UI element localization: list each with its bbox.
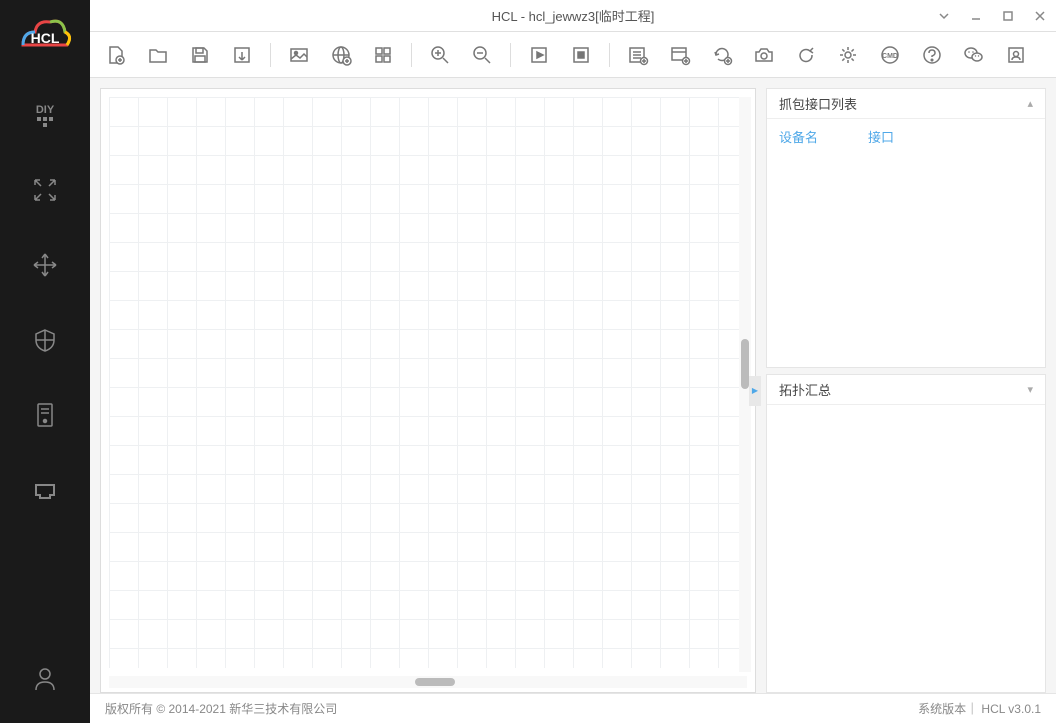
statusbar: 版权所有 © 2014-2021 新华三技术有限公司 系统版本｜ HCL v3.… (90, 693, 1056, 723)
reload-button[interactable] (790, 39, 822, 71)
dropdown-icon[interactable]: ▾ (1027, 383, 1033, 396)
dropdown-button[interactable] (928, 0, 960, 32)
topology-title: 拓扑汇总 (779, 380, 1027, 399)
globe-button[interactable] (325, 39, 357, 71)
toolbar-separator (510, 43, 511, 67)
sidebar-item-server[interactable] (20, 390, 70, 440)
svg-text:DIY: DIY (36, 104, 55, 116)
column-interface[interactable]: 接口 (868, 127, 894, 146)
help-button[interactable] (916, 39, 948, 71)
topology-body (767, 405, 1045, 692)
settings-button[interactable] (832, 39, 864, 71)
topology-panel: 拓扑汇总 ▾ (766, 374, 1046, 693)
sidebar-item-user[interactable] (20, 653, 70, 703)
add-window-button[interactable] (664, 39, 696, 71)
copyright-text: 版权所有 © 2014-2021 新华三技术有限公司 (105, 700, 918, 717)
open-folder-button[interactable] (142, 39, 174, 71)
sidebar-item-port[interactable] (20, 465, 70, 515)
image-button[interactable] (283, 39, 315, 71)
minimize-button[interactable] (960, 0, 992, 32)
cmd-button[interactable]: CMD (874, 39, 906, 71)
canvas-grid[interactable] (109, 97, 747, 668)
sidebar-item-expand[interactable] (20, 165, 70, 215)
canvas-horizontal-scrollbar[interactable] (109, 676, 747, 688)
toolbar-separator (411, 43, 412, 67)
sidebar-item-diy[interactable]: DIY (20, 90, 70, 140)
version-text: 系统版本｜ HCL v3.0.1 (918, 700, 1041, 717)
new-file-button[interactable] (100, 39, 132, 71)
app-logo: HCL (15, 10, 75, 60)
svg-text:HCL: HCL (31, 30, 60, 46)
toolbar: CMD (90, 32, 1056, 78)
refresh-add-button[interactable] (706, 39, 738, 71)
column-device[interactable]: 设备名 (779, 127, 818, 146)
export-button[interactable] (226, 39, 258, 71)
contact-button[interactable] (1000, 39, 1032, 71)
zoom-out-button[interactable] (466, 39, 498, 71)
toolbar-separator (609, 43, 610, 67)
capture-list-body (767, 154, 1045, 367)
toolbar-separator (270, 43, 271, 67)
camera-button[interactable] (748, 39, 780, 71)
wechat-button[interactable] (958, 39, 990, 71)
window-title: HCL - hcl_jewwz3[临时工程] (90, 6, 1056, 25)
left-sidebar: HCL DIY (0, 0, 90, 723)
capture-list-panel: 抓包接口列表 ▴ 设备名 接口 (766, 88, 1046, 368)
sidebar-item-shield[interactable] (20, 315, 70, 365)
zoom-in-button[interactable] (424, 39, 456, 71)
titlebar: HCL - hcl_jewwz3[临时工程] (90, 0, 1056, 32)
collapse-icon[interactable]: ▴ (1027, 97, 1033, 110)
maximize-button[interactable] (992, 0, 1024, 32)
svg-text:CMD: CMD (882, 53, 898, 60)
save-button[interactable] (184, 39, 216, 71)
grid-button[interactable] (367, 39, 399, 71)
right-panel: 抓包接口列表 ▴ 设备名 接口 拓扑汇总 ▾ (766, 88, 1046, 693)
add-list-button[interactable] (622, 39, 654, 71)
stop-button[interactable] (565, 39, 597, 71)
capture-list-title: 抓包接口列表 (779, 94, 1027, 113)
close-button[interactable] (1024, 0, 1056, 32)
play-button[interactable] (523, 39, 555, 71)
splitter-handle[interactable] (749, 376, 761, 406)
canvas-area[interactable] (100, 88, 756, 693)
sidebar-item-move[interactable] (20, 240, 70, 290)
